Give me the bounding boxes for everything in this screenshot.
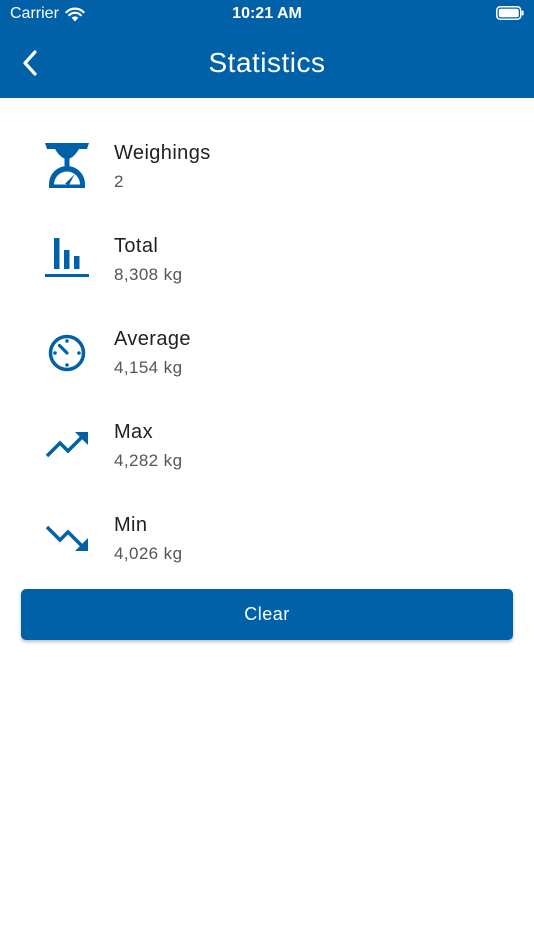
stat-label: Max [114, 421, 153, 443]
navigation-bar: Statistics [0, 28, 534, 98]
trending-down-icon [45, 525, 88, 551]
stat-average: Average 4,154 kg [0, 284, 534, 377]
stat-value: 8,308 kg [114, 265, 183, 284]
stat-max: Max 4,282 kg [0, 377, 534, 470]
stat-value: 4,154 kg [114, 358, 183, 377]
stat-total: Total 8,308 kg [0, 191, 534, 284]
stat-label: Min [114, 514, 148, 536]
stat-label: Average [114, 328, 191, 350]
top-bar: Carrier 10:21 AM Statistics [0, 0, 534, 98]
trending-up-icon [45, 432, 88, 458]
stat-value: 4,282 kg [114, 451, 183, 470]
clock: 10:21 AM [232, 5, 302, 22]
stat-value: 2 [114, 172, 124, 191]
stat-label: Total [114, 235, 159, 257]
page-title: Statistics [208, 47, 326, 78]
stat-label: Weighings [114, 142, 211, 164]
stat-min: Min 4,026 kg [0, 470, 534, 563]
clear-button[interactable]: Clear [21, 589, 513, 640]
scale-icon [45, 143, 89, 188]
bar-chart-icon [45, 238, 89, 277]
gauge-icon [48, 334, 86, 372]
status-bar: Carrier 10:21 AM [0, 0, 534, 28]
battery-icon [496, 6, 524, 20]
stat-value: 4,026 kg [114, 544, 183, 563]
stat-weighings: Weighings 2 [0, 98, 534, 191]
